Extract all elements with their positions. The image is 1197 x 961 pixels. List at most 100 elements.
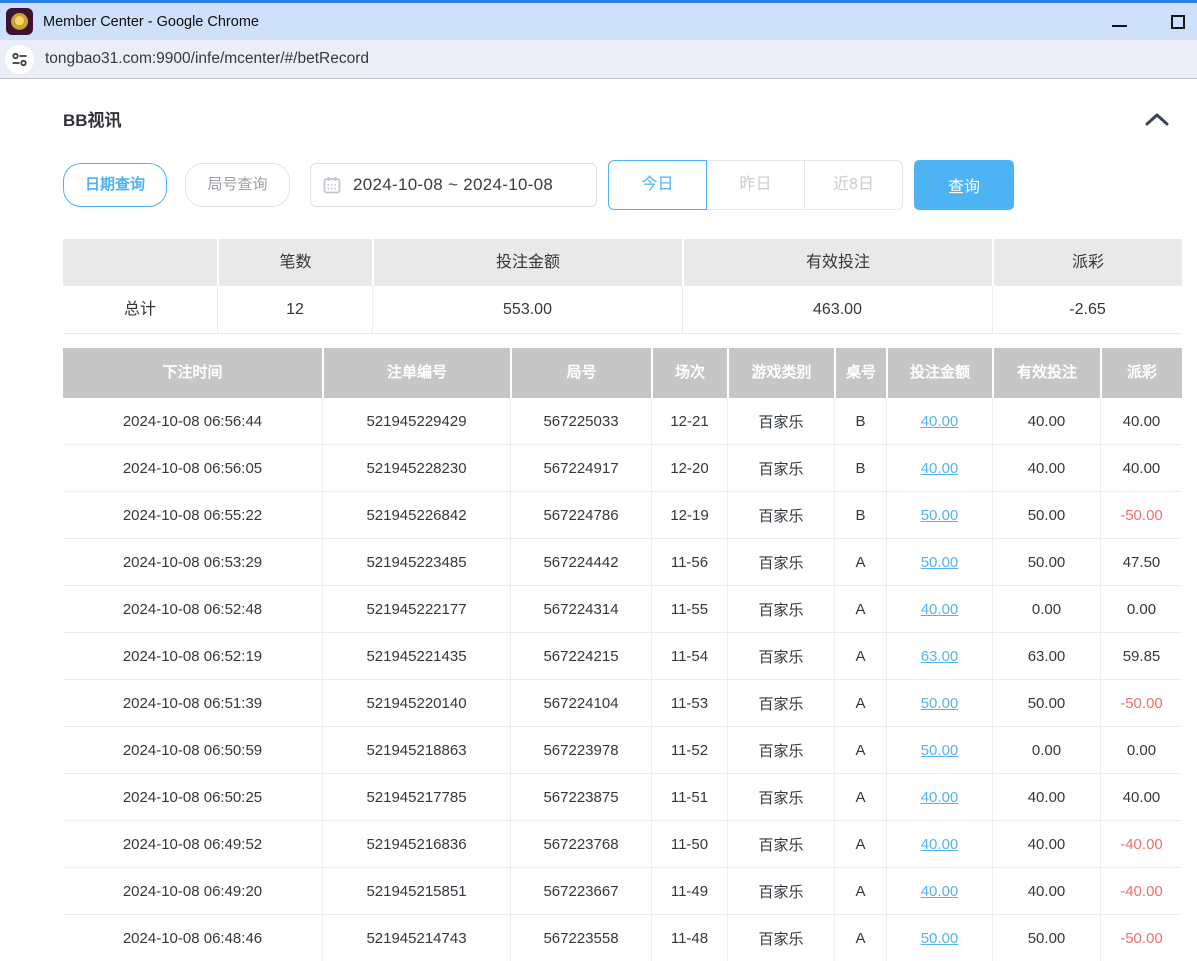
payout-cell: -40.00 [1100,868,1182,915]
bet-amount-cell: 40.00 [886,398,992,445]
bet-time-cell: 2024-10-08 06:56:44 [63,398,322,445]
maximize-icon[interactable] [1171,15,1185,29]
url-text[interactable]: tongbao31.com:9900/infe/mcenter/#/betRec… [45,50,369,68]
round-id-cell: 567224442 [510,539,651,586]
table-no-cell: A [834,586,886,633]
bet-time-cell: 2024-10-08 06:51:39 [63,680,322,727]
game-type-cell: 百家乐 [727,398,834,445]
col-header-session: 场次 [651,348,727,398]
valid-bet-cell: 0.00 [992,586,1100,633]
bet-time-cell: 2024-10-08 06:52:48 [63,586,322,633]
table-no-cell: A [834,680,886,727]
bet-id-cell: 521945217785 [322,774,510,821]
bet-id-cell: 521945216836 [322,821,510,868]
round-query-tab[interactable]: 局号查询 [185,163,290,207]
summary-bet-amount-value: 553.00 [372,286,682,334]
table-no-cell: A [834,915,886,961]
table-no-cell: B [834,445,886,492]
table-no-cell: B [834,398,886,445]
bet-time-cell: 2024-10-08 06:50:59 [63,727,322,774]
bet-amount-link[interactable]: 40.00 [921,460,959,477]
bet-time-cell: 2024-10-08 06:48:46 [63,915,322,961]
bet-amount-link[interactable]: 40.00 [921,413,959,430]
bet-amount-cell: 50.00 [886,680,992,727]
round-id-cell: 567223768 [510,821,651,868]
game-type-cell: 百家乐 [727,445,834,492]
valid-bet-cell: 40.00 [992,868,1100,915]
round-id-cell: 567223875 [510,774,651,821]
game-type-cell: 百家乐 [727,821,834,868]
minimize-icon[interactable] [1112,25,1127,27]
table-row: 2024-10-08 06:50:59521945218863567223978… [63,727,1182,774]
bet-amount-link[interactable]: 50.00 [921,930,959,947]
session-cell: 11-53 [651,680,727,727]
bet-amount-cell: 40.00 [886,445,992,492]
bet-id-cell: 521945228230 [322,445,510,492]
col-header-game-type: 游戏类别 [727,348,834,398]
quick-range-last8days[interactable]: 近8日 [804,160,903,210]
session-cell: 11-55 [651,586,727,633]
summary-valid-bet-value: 463.00 [682,286,992,334]
bet-amount-cell: 63.00 [886,633,992,680]
valid-bet-cell: 40.00 [992,398,1100,445]
bet-amount-link[interactable]: 63.00 [921,648,959,665]
summary-count-value: 12 [217,286,372,334]
table-row: 2024-10-08 06:52:19521945221435567224215… [63,633,1182,680]
table-row: 2024-10-08 06:55:22521945226842567224786… [63,492,1182,539]
payout-cell: 0.00 [1100,586,1182,633]
col-header-round-id: 局号 [510,348,651,398]
table-row: 2024-10-08 06:53:29521945223485567224442… [63,539,1182,586]
bet-time-cell: 2024-10-08 06:49:20 [63,868,322,915]
session-cell: 11-49 [651,868,727,915]
bet-amount-link[interactable]: 40.00 [921,789,959,806]
chevron-up-icon[interactable] [1144,111,1170,127]
url-bar[interactable]: tongbao31.com:9900/infe/mcenter/#/betRec… [0,40,1197,79]
col-header-payout: 派彩 [1100,348,1182,398]
game-type-cell: 百家乐 [727,727,834,774]
valid-bet-cell: 40.00 [992,821,1100,868]
summary-header-valid-bet: 有效投注 [682,239,992,286]
round-id-cell: 567224917 [510,445,651,492]
bet-amount-link[interactable]: 40.00 [921,836,959,853]
payout-cell: -40.00 [1100,821,1182,868]
bet-amount-link[interactable]: 50.00 [921,695,959,712]
table-no-cell: A [834,633,886,680]
valid-bet-cell: 0.00 [992,727,1100,774]
bet-amount-link[interactable]: 50.00 [921,507,959,524]
bet-amount-link[interactable]: 50.00 [921,554,959,571]
quick-range-yesterday[interactable]: 昨日 [706,160,805,210]
filter-toolbar: 日期查询 局号查询 2024-10-08 ~ 2024-10-08 今日 昨日 … [63,160,1182,210]
round-id-cell: 567223667 [510,868,651,915]
valid-bet-cell: 40.00 [992,774,1100,821]
date-range-value: 2024-10-08 ~ 2024-10-08 [353,175,553,195]
summary-header-bet-amount: 投注金额 [372,239,682,286]
payout-cell: 0.00 [1100,727,1182,774]
session-cell: 11-52 [651,727,727,774]
bet-table-header: 下注时间 注单编号 局号 场次 游戏类别 桌号 投注金额 有效投注 派彩 [63,348,1182,398]
col-header-valid-bet: 有效投注 [992,348,1100,398]
quick-range-today[interactable]: 今日 [608,160,707,210]
round-id-cell: 567224104 [510,680,651,727]
quick-range-group: 今日 昨日 近8日 [608,160,903,210]
bet-amount-link[interactable]: 50.00 [921,742,959,759]
bet-time-cell: 2024-10-08 06:52:19 [63,633,322,680]
round-id-cell: 567223558 [510,915,651,961]
tune-icon[interactable] [5,45,34,74]
table-no-cell: A [834,774,886,821]
search-button[interactable]: 查询 [914,160,1014,210]
table-row: 2024-10-08 06:56:44521945229429567225033… [63,398,1182,445]
bet-amount-link[interactable]: 40.00 [921,883,959,900]
valid-bet-cell: 50.00 [992,492,1100,539]
table-no-cell: A [834,868,886,915]
date-range-input[interactable]: 2024-10-08 ~ 2024-10-08 [310,163,597,207]
bet-amount-cell: 40.00 [886,586,992,633]
game-type-cell: 百家乐 [727,492,834,539]
payout-cell: 47.50 [1100,539,1182,586]
window-titlebar: Member Center - Google Chrome [0,3,1197,40]
game-type-cell: 百家乐 [727,868,834,915]
bet-id-cell: 521945229429 [322,398,510,445]
summary-header-count: 笔数 [217,239,372,286]
table-row: 2024-10-08 06:50:25521945217785567223875… [63,774,1182,821]
bet-amount-link[interactable]: 40.00 [921,601,959,618]
date-query-tab[interactable]: 日期查询 [63,163,167,207]
